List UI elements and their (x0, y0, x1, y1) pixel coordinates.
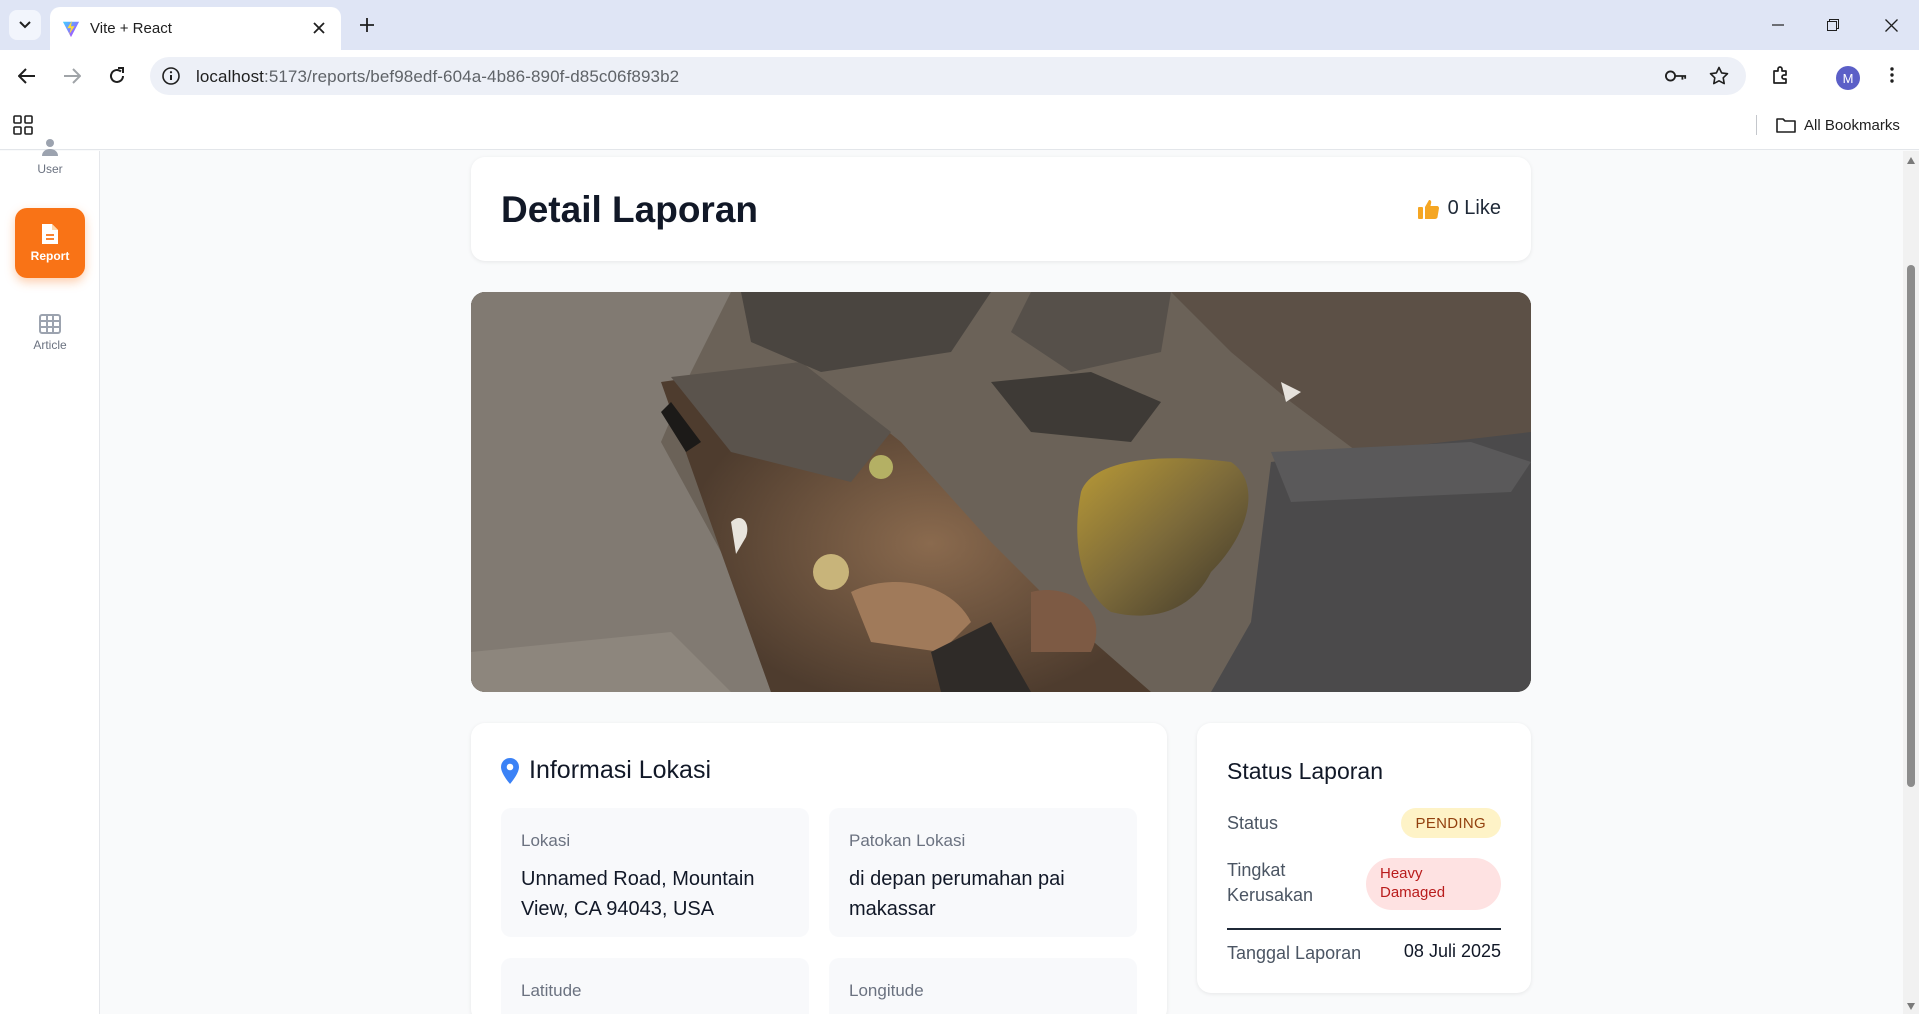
thumbs-up-icon (1417, 199, 1439, 219)
location-section-title: Informasi Lokasi (529, 756, 712, 784)
patokan-lokasi-field: Patokan Lokasi di depan perumahan pai ma… (829, 808, 1137, 937)
scroll-up-arrow-icon[interactable] (1906, 156, 1916, 166)
restore-button[interactable] (1811, 10, 1855, 40)
bookmark-star-icon[interactable] (1708, 65, 1730, 87)
page-title: Detail Laporan (501, 189, 758, 230)
longitude-field: Longitude (829, 958, 1137, 1014)
damage-level-label: Tingkat Kerusakan (1227, 860, 1314, 905)
address-bar[interactable]: localhost:5173/reports/bef98edf-604a-4b8… (150, 57, 1746, 95)
arrow-left-icon (18, 68, 35, 84)
puzzle-icon (1773, 66, 1787, 84)
like-button[interactable]: 0 Like (1417, 197, 1501, 220)
plus-icon (360, 18, 374, 32)
chevron-down-icon (19, 21, 31, 29)
sidebar-item-article[interactable]: Article (15, 298, 85, 368)
forward-button[interactable] (57, 61, 87, 91)
like-count: 0 Like (1447, 197, 1501, 219)
report-status-card: Status Laporan Status PENDING Tingkat Ke… (1197, 723, 1531, 993)
browser-menu-button[interactable] (1878, 61, 1906, 89)
field-value: Unnamed Road, Mountain View, CA 94043, U… (521, 868, 755, 920)
app-sidebar: User Report Article (0, 139, 100, 1014)
browser-tab-active[interactable]: Vite + React (50, 7, 341, 50)
location-info-card: Informasi Lokasi Lokasi Unnamed Road, Mo… (471, 723, 1167, 1014)
browser-tabstrip: Vite + React (0, 0, 1919, 50)
reload-icon (110, 67, 124, 83)
status-label: Status (1227, 813, 1279, 833)
bookmarks-divider (1756, 115, 1757, 135)
damage-level-badge: Heavy Damaged (1366, 858, 1501, 910)
arrow-right-icon (64, 68, 81, 84)
close-window-button[interactable] (1869, 10, 1913, 40)
url-host: localhost (196, 67, 264, 86)
sidebar-item-report[interactable]: Report (15, 208, 85, 278)
field-label: Lokasi (521, 831, 571, 850)
site-info-icon[interactable] (161, 66, 181, 86)
report-header-card: Detail Laporan 0 Like (471, 157, 1531, 261)
sidebar-item-label: Article (33, 338, 67, 352)
sidebar-item-label: User (37, 162, 63, 176)
folder-icon (1776, 118, 1796, 133)
extensions-button[interactable] (1767, 61, 1795, 89)
field-value: di depan perumahan pai makassar (849, 868, 1065, 920)
all-bookmarks-button[interactable]: All Bookmarks (1776, 113, 1900, 137)
restore-icon (1827, 19, 1839, 31)
tab-search-button[interactable] (9, 10, 41, 40)
map-pin-icon (501, 757, 519, 784)
bookmarks-bar: All Bookmarks (0, 100, 1919, 150)
report-date-label: Tanggal Laporan (1227, 943, 1362, 963)
status-divider (1227, 928, 1501, 930)
user-icon (42, 139, 58, 156)
reload-button[interactable] (102, 61, 132, 91)
status-badge: PENDING (1400, 808, 1501, 838)
field-label: Patokan Lokasi (849, 831, 966, 850)
close-icon (1884, 18, 1898, 32)
tab-title: Vite + React (90, 20, 172, 37)
scrollbar-thumb[interactable] (1907, 265, 1915, 787)
page-scrollbar[interactable] (1903, 151, 1919, 1014)
field-label: Longitude (849, 981, 924, 1000)
latitude-field: Latitude (501, 958, 809, 1014)
lokasi-field: Lokasi Unnamed Road, Mountain View, CA 9… (501, 808, 809, 937)
field-label: Latitude (521, 981, 582, 1000)
more-vertical-icon (1890, 67, 1894, 83)
report-date-value: 08 Juli 2025 (1403, 941, 1501, 961)
browser-toolbar: localhost:5173/reports/bef98edf-604a-4b8… (0, 50, 1919, 100)
document-icon (42, 224, 58, 244)
minimize-button[interactable] (1756, 10, 1800, 40)
url-text: localhost:5173/reports/bef98edf-604a-4b8… (196, 67, 679, 87)
vite-logo-icon (62, 20, 80, 38)
sidebar-item-label: Report (30, 249, 70, 263)
new-tab-button[interactable] (354, 12, 380, 38)
grid-icon (39, 314, 61, 334)
location-title-row: Informasi Lokasi (501, 756, 711, 785)
back-button[interactable] (12, 61, 42, 91)
scroll-down-arrow-icon[interactable] (1906, 1001, 1916, 1011)
profile-avatar[interactable]: M (1836, 66, 1860, 90)
password-key-icon[interactable] (1665, 65, 1687, 87)
close-tab-icon[interactable] (309, 18, 329, 38)
sidebar-item-user[interactable]: User (15, 121, 85, 191)
url-path: :5173/reports/bef98edf-604a-4b86-890f-d8… (264, 67, 680, 86)
damaged-road-image (471, 292, 1531, 692)
report-photo (471, 292, 1531, 692)
all-bookmarks-label: All Bookmarks (1804, 116, 1900, 134)
status-section-title: Status Laporan (1227, 758, 1384, 784)
minimize-icon (1772, 24, 1784, 26)
